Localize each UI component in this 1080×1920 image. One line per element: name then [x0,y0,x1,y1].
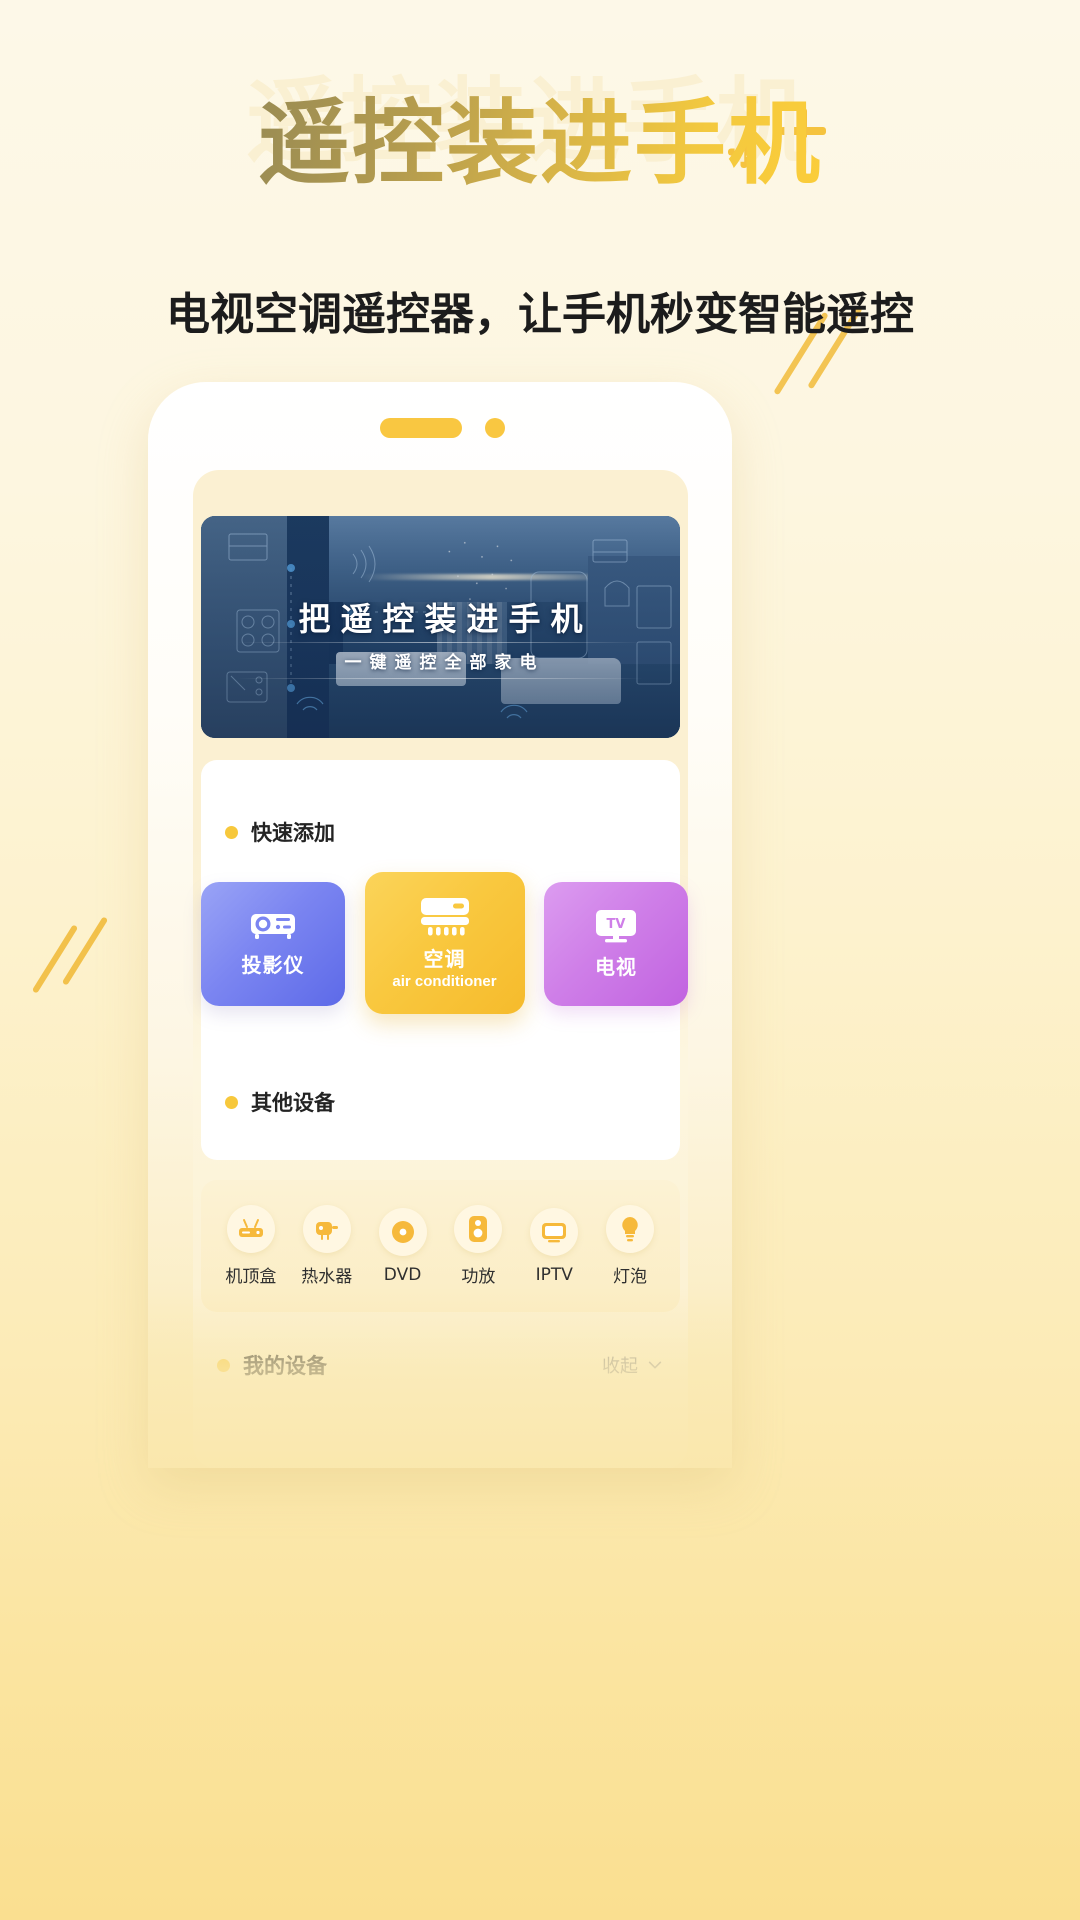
other-device-dvd[interactable]: DVD [368,1207,438,1285]
collapse-control[interactable]: 收起 [602,1352,664,1378]
quick-add-title: 快速添加 [251,821,335,845]
other-device-iptv[interactable]: IPTV [519,1207,589,1285]
device-card-label-en: air conditioner [392,973,497,990]
headline-block: 遥控装进手机 遥控装进手机 [0,73,1080,193]
device-card-label-cn: 空调 [423,947,466,971]
camera-dot-icon [485,418,505,438]
iptv-icon [530,1207,579,1256]
device-card-tv[interactable]: TV 电视 [544,882,688,1006]
light-bulb-icon [606,1205,655,1253]
water-heater-icon [302,1205,351,1253]
other-device-label: 机顶盒 [225,1267,277,1287]
bullet-dot-icon [217,1358,230,1372]
my-devices-title: 我的设备 [243,1354,327,1378]
dvd-disc-icon [378,1207,427,1256]
headline-text: 遥控装进手机 [257,90,822,197]
hero-banner[interactable]: 把遥控装进手机 一键遥控全部家电 [201,516,680,738]
decor-slashes-left [31,910,150,1030]
page-title: 遥控装进手机 遥控装进手机 [246,73,822,193]
banner-divider [237,642,644,643]
other-device-label: 功放 [461,1267,496,1287]
app-screen: 把遥控装进手机 一键遥控全部家电 快速添加 投影仪 空调 air conditi… [193,470,688,1468]
bullet-dot-icon [225,825,238,839]
banner-title: 把遥控装进手机 [298,600,593,638]
other-device-light-bulb[interactable]: 灯泡 [595,1205,665,1287]
my-devices-header: 我的设备 [217,1350,327,1380]
other-device-set-top-box[interactable]: 机顶盒 [216,1205,286,1287]
banner-subtitle: 一键遥控全部家电 [344,653,545,673]
other-device-label: DVD [383,1264,422,1285]
page-subtitle: 电视空调遥控器，让手机秒变智能遥控 [166,289,914,340]
banner-divider [237,678,644,679]
set-top-box-icon [226,1205,275,1253]
device-card-projector[interactable]: 投影仪 [201,882,345,1006]
projector-icon [251,914,295,939]
air-conditioner-icon [420,898,469,936]
amplifier-icon [454,1205,503,1253]
other-device-water-heater[interactable]: 热水器 [292,1205,362,1287]
tv-icon: TV [596,910,636,943]
other-device-label: 灯泡 [613,1267,648,1287]
other-device-amplifier[interactable]: 功放 [443,1205,513,1287]
device-card-air-conditioner[interactable]: 空调 air conditioner [364,872,525,1014]
quick-add-card: 快速添加 投影仪 空调 air conditioner TV 电视 其他设备 [201,760,688,1160]
other-devices-section-header: 其他设备 [225,1087,335,1117]
device-card-label-cn: 电视 [595,955,637,979]
svg-text:TV: TV [607,917,626,932]
device-card-label-cn: 投影仪 [241,953,305,977]
slash-line [61,916,109,986]
other-devices-title: 其他设备 [251,1091,335,1115]
quick-add-card-list: 投影仪 空调 air conditioner TV 电视 [201,872,688,1014]
chevron-down-icon [648,1361,662,1369]
other-device-label: IPTV [535,1264,573,1285]
other-device-label: 热水器 [301,1267,353,1287]
bullet-dot-icon [225,1095,238,1109]
my-devices-bar[interactable]: 我的设备 收起 [201,1336,680,1394]
collapse-label: 收起 [602,1356,638,1377]
phone-mockup: 把遥控装进手机 一键遥控全部家电 快速添加 投影仪 空调 air conditi… [148,382,732,1468]
speaker-pill-icon [380,418,462,438]
other-devices-list: 机顶盒 热水器 DVD 功放 IPTV 灯泡 [201,1180,680,1312]
quick-add-section-header: 快速添加 [225,817,335,847]
slash-line [31,924,79,994]
